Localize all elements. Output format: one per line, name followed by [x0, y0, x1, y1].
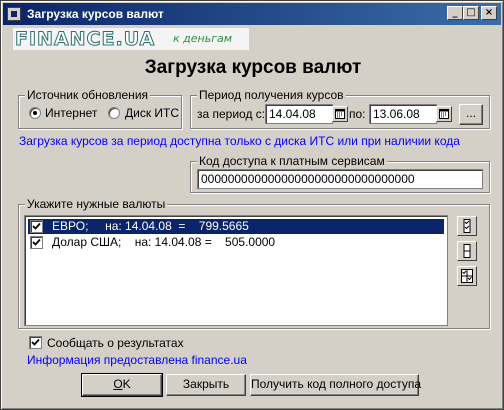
- deselect-all-button[interactable]: [457, 241, 477, 261]
- close-icon: ×: [484, 7, 494, 18]
- app-icon[interactable]: [7, 7, 21, 21]
- page-title: Загрузка курсов валют: [144, 57, 362, 78]
- currency-group: Укажите нужные валюты ЕВРО; на: 14.04.08…: [18, 197, 490, 329]
- usd-label: Долар США; на: 14.04.08 = 505.0000: [52, 235, 276, 249]
- period-more-button[interactable]: ...: [459, 104, 483, 125]
- uncheck-all-icon: [463, 244, 471, 258]
- check-icon: [32, 238, 41, 246]
- access-code-label: Код доступа к платным сервисам: [197, 154, 387, 168]
- period-to-label: по:: [349, 107, 366, 121]
- ok-mnemonic: O: [113, 377, 123, 391]
- source-group: Источник обновления Интернет Диск ИТС: [18, 88, 182, 129]
- radio-internet-label[interactable]: Интернет: [45, 106, 97, 120]
- period-notice: Загрузка курсов за период доступна тольк…: [19, 134, 460, 148]
- list-item-euro[interactable]: ЕВРО; на: 14.04.08 = 799.5665: [28, 219, 444, 234]
- calendar-icon: [335, 109, 345, 119]
- select-all-button[interactable]: [457, 216, 477, 236]
- period-group: Период получения курсов за период с: 14.…: [190, 88, 490, 129]
- minimize-button[interactable]: _: [447, 6, 463, 20]
- access-code-group: Код доступа к платным сервисам 000000000…: [190, 154, 490, 193]
- usd-checkbox[interactable]: [30, 236, 43, 249]
- radio-internet[interactable]: [29, 107, 41, 119]
- finance-ua-logo: FINANCE.UA к деньгам: [13, 28, 249, 51]
- check-all-icon: [463, 219, 471, 233]
- currency-group-label: Укажите нужные валюты: [25, 197, 168, 211]
- check-icon: [31, 338, 40, 346]
- date-to-input[interactable]: 13.06.08: [369, 104, 437, 124]
- ok-label-rest: K: [122, 377, 131, 391]
- invert-check-icon: [461, 269, 473, 283]
- period-group-label: Период получения курсов: [197, 88, 346, 102]
- window-title: Загрузка курсов валют: [27, 7, 164, 21]
- radio-its-disk-label[interactable]: Диск ИТС: [125, 106, 179, 120]
- radio-its-disk[interactable]: [108, 107, 120, 119]
- euro-label: ЕВРО; на: 14.04.08 = 799.5665: [52, 219, 249, 233]
- check-icon: [32, 222, 41, 230]
- get-full-access-button[interactable]: Получить код полного доступа: [250, 374, 421, 396]
- close-button[interactable]: Закрыть: [166, 374, 246, 396]
- list-item-usd[interactable]: Долар США; на: 14.04.08 = 505.0000: [28, 235, 444, 250]
- access-code-input[interactable]: 00000000000000000000000000000000: [197, 169, 483, 189]
- logo-slogan: к деньгам: [173, 32, 233, 45]
- dialog-window: Загрузка курсов валют _ □ × FINANCE.UA к…: [0, 0, 504, 410]
- currency-list[interactable]: ЕВРО; на: 14.04.08 = 799.5665 Долар США;…: [24, 215, 448, 326]
- ok-button[interactable]: OK: [81, 373, 163, 397]
- logo-main-text: FINANCE.UA: [14, 28, 156, 51]
- date-from-calendar-button[interactable]: [332, 106, 348, 122]
- date-to-calendar-button[interactable]: [436, 106, 452, 122]
- report-results-checkbox[interactable]: [29, 336, 42, 349]
- calendar-icon: [439, 109, 449, 119]
- close-window-button[interactable]: ×: [481, 6, 497, 20]
- date-from-input[interactable]: 14.04.08: [265, 104, 333, 124]
- maximize-button[interactable]: □: [463, 6, 479, 20]
- minimize-icon: _: [452, 7, 458, 18]
- report-results-label[interactable]: Сообщать о результатах: [47, 336, 184, 350]
- invert-selection-button[interactable]: [457, 266, 477, 286]
- euro-checkbox[interactable]: [30, 220, 43, 233]
- source-group-label: Источник обновления: [25, 88, 151, 102]
- title-bar[interactable]: Загрузка курсов валют _ □ ×: [3, 3, 501, 25]
- period-from-label: за период с:: [197, 107, 266, 121]
- maximize-icon: □: [466, 7, 476, 18]
- source-info-text: Информация предоставлена finance.ua: [27, 353, 247, 367]
